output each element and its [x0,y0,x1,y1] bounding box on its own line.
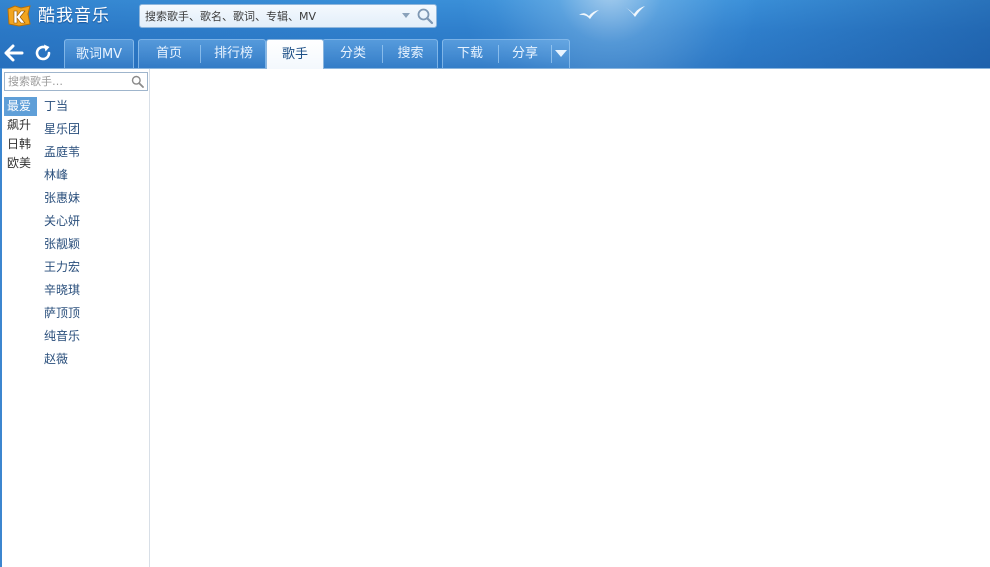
singer-item[interactable]: 张靓颖 [44,233,80,256]
singer-side-panel: 最爱 飙升 日韩 欧美 丁当 星乐团 孟庭苇 林峰 张惠妹 关心妍 张靓颖 王力… [2,69,150,567]
magnifier-icon[interactable] [131,75,144,88]
tab-categories[interactable]: 分类 [324,39,382,68]
bird-icon [579,10,599,19]
category-item-rising[interactable]: 飙升 [4,116,38,135]
singer-item[interactable]: 王力宏 [44,256,80,279]
singer-item[interactable]: 纯音乐 [44,325,80,348]
triangle-down-icon[interactable] [555,50,567,57]
singer-item[interactable]: 丁当 [44,95,80,118]
app-window: 酷我音乐 歌词MV 首页 排行榜 歌手 分类 搜索 下载 分享 [0,0,990,567]
singer-item[interactable]: 赵薇 [44,348,80,371]
singer-search-input[interactable] [5,73,127,90]
category-item-western[interactable]: 欧美 [4,154,38,173]
singer-item[interactable]: 星乐团 [44,118,80,141]
tab-home[interactable]: 首页 [138,39,200,68]
tab-singers[interactable]: 歌手 [266,39,324,69]
tab-search[interactable]: 搜索 [383,39,438,68]
chevron-down-icon[interactable] [402,13,410,18]
singer-item[interactable]: 张惠妹 [44,187,80,210]
tab-download[interactable]: 下载 [442,39,498,68]
global-search-input[interactable] [140,5,398,27]
singer-category-list: 最爱 飙升 日韩 欧美 [4,97,38,173]
app-title: 酷我音乐 [38,6,110,26]
tab-separator [551,45,552,63]
tab-share[interactable]: 分享 [499,39,551,68]
bird-icon [625,6,645,17]
tab-lyrics-mv[interactable]: 歌词MV [64,39,134,68]
singer-list: 丁当 星乐团 孟庭苇 林峰 张惠妹 关心妍 张靓颖 王力宏 辛晓琪 萨顶顶 纯音… [44,95,80,371]
window-left-edge [0,68,2,567]
refresh-icon[interactable] [33,43,53,63]
singer-item[interactable]: 孟庭苇 [44,141,80,164]
back-arrow-icon[interactable] [4,43,24,63]
tab-charts[interactable]: 排行榜 [201,39,266,68]
global-search-box [139,4,437,28]
singer-item[interactable]: 萨顶顶 [44,302,80,325]
kuwo-logo-icon [7,5,31,27]
content-area: 最爱 飙升 日韩 欧美 丁当 星乐团 孟庭苇 林峰 张惠妹 关心妍 张靓颖 王力… [0,68,990,567]
magnifier-icon[interactable] [416,7,434,25]
singer-item[interactable]: 林峰 [44,164,80,187]
singer-item[interactable]: 辛晓琪 [44,279,80,302]
singer-detail-area [150,69,990,567]
singer-search-box [4,72,148,91]
singer-item[interactable]: 关心妍 [44,210,80,233]
category-item-favorites[interactable]: 最爱 [4,97,37,116]
category-item-japan-korea[interactable]: 日韩 [4,135,38,154]
